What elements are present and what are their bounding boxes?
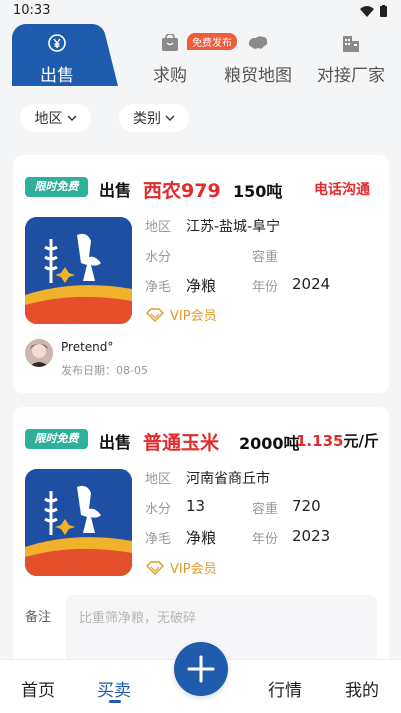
tab-grain-map[interactable]: 粮贸地图 [218,24,298,86]
diamond-icon [146,307,164,322]
field-value: 净粮 [186,277,217,295]
wifi-icon [360,5,374,17]
user-name[interactable]: Pretend° [61,340,113,354]
tab-sell-label: 出售 [40,66,74,86]
field-label: 地区 [145,472,172,487]
nav-home[interactable]: 首页 [21,676,55,701]
field-label: 地区 [145,220,172,235]
status-icons [360,5,387,17]
yen-icon [48,34,66,52]
quantity: 150吨 [233,182,283,201]
quantity: 2000吨 [239,434,300,453]
field-value: 河南省商丘市 [186,471,270,487]
vip-member: VIP会员 [146,558,217,577]
filter-category[interactable]: 类别 [119,104,189,132]
price-unit: 元/斤 [343,432,379,450]
field-label: 水分 [145,250,172,265]
field-label: 净毛 [145,532,172,547]
publish-date: 发布日期：08-05 [61,364,148,377]
note-label: 备注 [25,610,52,625]
top-tab-bar: 出售 求购 免费发布 粮贸地图 对接厂家 [0,24,401,90]
listing-type: 出售 [99,181,132,200]
filter-region-label: 地区 [34,111,63,127]
chevron-down-icon [165,115,175,121]
price: 1.135元/斤 [296,430,379,451]
active-nav-indicator [109,700,121,703]
tab-sell[interactable]: 出售 [12,24,102,86]
field-label: 容重 [252,502,279,517]
filter-bar: 地区 类别 [0,100,401,136]
crop-name: 普通玉米 [143,432,220,454]
shopping-bag-icon [162,34,178,51]
crop-name: 西农979 [143,180,221,202]
field-label: 年份 [252,532,279,547]
field-value: 720 [292,497,321,515]
free-tag: 限时免费 [25,429,88,449]
listing-type: 出售 [99,433,132,452]
diamond-icon [146,560,164,575]
nav-mine[interactable]: 我的 [345,676,379,701]
product-logo: 粮 [25,217,132,324]
listing-card[interactable]: 限时免费 出售 普通玉米 2000吨 1.135元/斤 粮 地区 河南省商丘市 … [13,407,389,677]
status-bar: 10:33 [0,0,401,24]
product-logo: 粮 [25,469,132,576]
field-label: 年份 [252,280,279,295]
china-map-icon [248,36,268,49]
tab-grain-map-label: 粮贸地图 [224,66,292,86]
free-tag: 限时免费 [25,177,88,197]
avatar-image [25,339,53,367]
publish-button[interactable] [174,642,228,696]
field-label: 净毛 [145,280,172,295]
field-label: 水分 [145,502,172,517]
tab-connect-factory[interactable]: 对接厂家 [310,24,392,86]
building-icon [343,36,359,52]
field-value: 13 [186,497,206,515]
field-value: 2023 [292,527,331,545]
field-value: 2024 [292,275,331,293]
chevron-down-icon [67,115,76,121]
contact-by-phone[interactable]: 电话沟通 [314,179,370,199]
listing-card[interactable]: 限时免费 出售 西农979 150吨 电话沟通 粮 地区 江苏-盐城-阜宁 水分… [13,155,389,393]
field-label: 容重 [252,250,279,265]
tab-buy-label: 求购 [153,66,187,86]
price-value: 1.135 [296,432,344,450]
status-time: 10:33 [13,3,51,18]
grain-logo-image: 粮 [25,469,132,576]
battery-icon [380,5,387,17]
vip-member: VIP会员 [146,305,217,324]
nav-trade[interactable]: 买卖 [97,676,131,701]
filter-category-label: 类别 [133,111,161,127]
field-value: 净粮 [186,529,217,547]
nav-market[interactable]: 行情 [268,676,302,701]
plus-icon [187,655,215,683]
tab-connect-factory-label: 对接厂家 [317,66,385,86]
avatar[interactable] [25,339,53,367]
filter-region[interactable]: 地区 [20,104,91,132]
field-value: 江苏-盐城-阜宁 [186,219,281,235]
grain-logo-image: 粮 [25,217,132,324]
vip-label: VIP会员 [170,562,217,577]
vip-label: VIP会员 [170,309,217,324]
